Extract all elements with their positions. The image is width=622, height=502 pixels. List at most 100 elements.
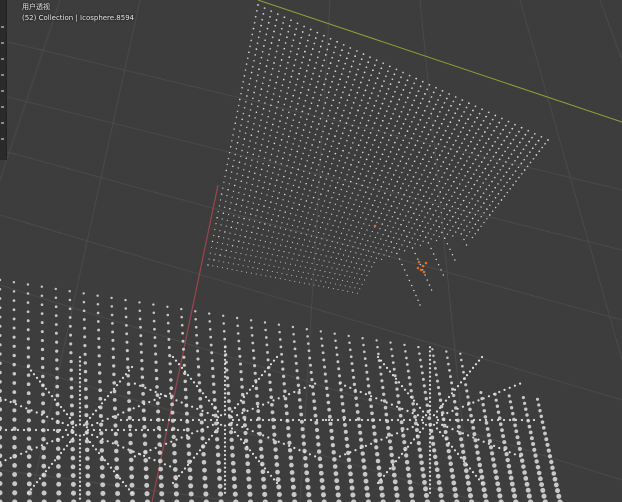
scale-icon[interactable] [0,86,6,96]
vertex-point [213,431,217,434]
vertex-point [333,262,335,264]
vertex-point [98,413,103,419]
vertex-point [307,89,310,91]
vertex-point [465,463,469,466]
vertex-point [486,433,491,438]
rotate-icon[interactable] [0,70,6,80]
vertex-point [471,236,474,239]
vertex-point [282,53,284,56]
tool-shelf[interactable] [0,0,7,160]
vertex-point [279,418,283,422]
vertex-point [447,109,450,112]
vertex-point [132,407,135,410]
vertex-point [312,399,316,403]
vertex-point [443,217,446,220]
transform-icon[interactable] [0,102,6,112]
vertex-point [460,213,462,216]
vertex-point [375,257,378,259]
vertex-point [223,424,227,427]
vertex-point [418,151,420,153]
vertex-point [223,479,227,482]
vertex-point [345,81,348,83]
vertex-point [276,484,282,490]
vertex-point [299,419,304,424]
lower-vertex-cloud[interactable] [0,278,563,502]
vertex-point [111,330,115,334]
3d-viewport[interactable]: 用户透视 (52) Collection | Icosphere.8594 [0,0,622,502]
vertex-point [237,222,239,224]
selected-vertex[interactable] [416,266,420,270]
vertex-point [311,218,313,221]
vertex-point [255,80,258,82]
selected-vertex[interactable] [419,268,423,272]
selected-vertex[interactable] [373,224,377,228]
vertex-point [26,346,31,350]
viewport-scene[interactable] [0,0,622,502]
vertex-point [417,345,420,349]
vertex-point [335,492,341,498]
vertex-point [446,223,449,226]
vertex-point [216,241,219,244]
upper-vertex-cloud[interactable] [207,4,549,306]
vertex-point [69,368,73,372]
vertex-point [380,258,383,261]
vertex-point [327,276,329,278]
selected-vertex[interactable] [424,261,428,265]
vertex-point [288,268,290,270]
vertex-point [343,109,345,112]
vertex-point [410,153,412,156]
vertex-point [272,148,274,150]
vertex-point [502,175,505,178]
vertex-point [223,371,227,374]
vertex-point [355,114,358,117]
select-icon[interactable] [0,22,6,32]
vertex-point [448,369,451,372]
vertex-point [282,109,284,111]
vertex-point [70,464,76,470]
vertex-point [461,142,463,145]
move-icon[interactable] [0,54,6,64]
vertex-point [26,301,30,304]
vertex-point [477,154,479,157]
measure-icon[interactable] [0,134,6,144]
vertex-point [306,94,308,97]
vertex-point [78,406,82,409]
vertex-point [477,219,480,222]
cursor-icon[interactable] [0,38,6,48]
vertex-point [390,348,393,351]
selected-vertex[interactable] [421,264,425,268]
vertex-point [456,407,459,410]
vertex-point [251,33,254,36]
vertex-point [430,96,433,98]
vertex-point [254,386,259,391]
vertex-point [259,62,262,65]
vertex-point [347,244,349,247]
vertex-point [364,89,367,92]
vertex-point [236,173,238,175]
selected-vertex[interactable] [417,260,421,264]
vertex-point [279,209,281,212]
vertex-point [309,107,311,110]
vertex-point [88,441,92,444]
vertex-point [423,169,425,172]
vertex-point [265,96,267,99]
vertex-point [272,478,276,481]
vertex-point [391,463,395,466]
annotate-icon[interactable] [0,118,6,128]
selected-vertex[interactable] [422,270,426,274]
vertex-point [243,106,246,109]
vertex-point [444,399,448,402]
vertex-point [368,260,370,262]
vertex-point [347,76,349,78]
vertex-point [308,453,311,456]
vertex-point [113,431,118,437]
vertex-point [348,229,350,231]
vertex-point [289,462,294,468]
vertex-point [421,173,423,176]
vertex-point [41,437,46,442]
vertex-point [310,184,313,187]
vertex-point [514,123,516,126]
vertex-point [216,410,220,413]
vertex-point [246,428,249,431]
vertex-point [332,288,334,290]
